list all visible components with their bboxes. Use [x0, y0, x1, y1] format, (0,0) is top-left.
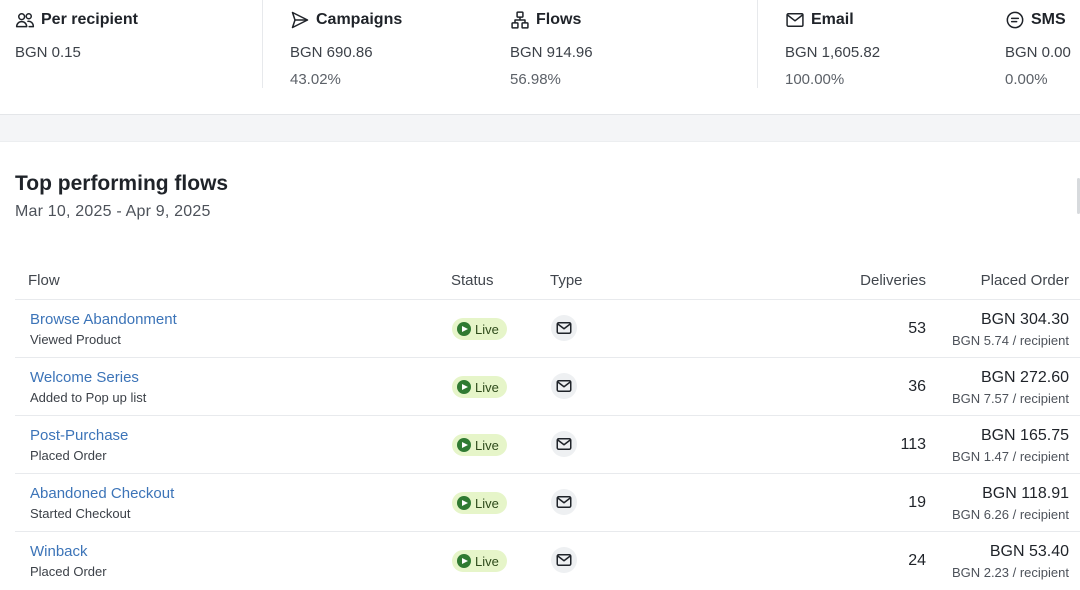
- table-row: Welcome Series Added to Pop up list Live…: [15, 358, 1080, 416]
- metric-value: BGN 1,605.82: [785, 44, 881, 61]
- table-header: Flow Status Type Deliveries Placed Order: [15, 262, 1080, 300]
- status-badge: Live: [452, 376, 507, 398]
- status-badge: Live: [452, 318, 507, 340]
- play-icon: [457, 438, 471, 452]
- metric-percent: 56.98%: [510, 71, 561, 88]
- flow-trigger: Added to Pop up list: [30, 390, 147, 405]
- envelope-icon: [556, 438, 572, 450]
- metric-label: Flows: [536, 11, 582, 28]
- metric-percent: 0.00%: [1005, 71, 1048, 88]
- card-title: Top performing flows: [15, 172, 229, 195]
- metric-percent: 100.00%: [785, 71, 845, 88]
- users-icon: [15, 13, 35, 28]
- metric-divider: [757, 0, 758, 88]
- play-icon: [457, 322, 471, 336]
- envelope-icon: [556, 322, 572, 334]
- play-icon: [457, 380, 471, 394]
- table-row: Abandoned Checkout Started Checkout Live…: [15, 474, 1080, 532]
- column-header-status[interactable]: Status: [451, 272, 494, 289]
- flow-trigger: Placed Order: [30, 564, 107, 579]
- revenue-summary: Per recipient BGN 0.15 Campaigns BGN 690…: [0, 0, 1080, 114]
- metric-percent: 43.02%: [290, 71, 341, 88]
- flows-table: Flow Status Type Deliveries Placed Order…: [15, 262, 1080, 590]
- metric-per-recipient: Per recipient BGN 0.15: [15, 0, 255, 64]
- status-label: Live: [475, 553, 499, 569]
- status-label: Live: [475, 437, 499, 453]
- status-badge: Live: [452, 492, 507, 514]
- deliveries-value: 19: [908, 494, 926, 511]
- section-separator: [0, 114, 1080, 142]
- play-icon: [457, 554, 471, 568]
- per-recipient-value: BGN 1.47 / recipient: [951, 449, 1069, 464]
- metric-label: SMS: [1031, 11, 1066, 28]
- placed-order-value: BGN 118.91: [982, 485, 1069, 502]
- column-header-flow[interactable]: Flow: [28, 272, 60, 289]
- metric-value: BGN 914.96: [510, 44, 593, 61]
- flow-name-link[interactable]: Winback: [30, 543, 88, 560]
- metric-divider: [262, 0, 263, 88]
- envelope-icon: [556, 554, 572, 566]
- deliveries-value: 24: [908, 552, 926, 569]
- date-range: Mar 10, 2025 - Apr 9, 2025: [15, 203, 211, 220]
- flow-hierarchy-icon: [511, 11, 529, 29]
- placed-order-value: BGN 165.75: [980, 427, 1069, 444]
- table-row: Winback Placed Order Live 24 BGN 53.40 B…: [15, 532, 1080, 590]
- metric-value: BGN 0.15: [15, 44, 81, 61]
- deliveries-value: 36: [908, 378, 926, 395]
- flow-name-link[interactable]: Post-Purchase: [30, 427, 128, 444]
- envelope-icon: [556, 496, 572, 508]
- envelope-icon: [556, 380, 572, 392]
- deliveries-value: 53: [908, 320, 926, 337]
- metric-label: Campaigns: [316, 11, 403, 28]
- placed-order-value: BGN 304.30: [980, 311, 1069, 328]
- deliveries-value: 113: [900, 436, 926, 453]
- placed-order-value: BGN 272.60: [980, 369, 1069, 386]
- metric-sms: SMS BGN 0.00 0.00%: [1005, 0, 1080, 91]
- table-row: Browse Abandonment Viewed Product Live 5…: [15, 300, 1080, 358]
- play-icon: [457, 496, 471, 510]
- per-recipient-value: BGN 2.23 / recipient: [951, 565, 1069, 580]
- column-header-type[interactable]: Type: [550, 272, 583, 289]
- status-label: Live: [475, 495, 499, 511]
- metric-campaigns: Campaigns BGN 690.86 43.02%: [290, 0, 490, 91]
- status-badge: Live: [452, 434, 507, 456]
- status-label: Live: [475, 379, 499, 395]
- metric-value: BGN 0.00: [1005, 44, 1071, 61]
- flow-name-link[interactable]: Welcome Series: [30, 369, 139, 386]
- per-recipient-value: BGN 6.26 / recipient: [951, 507, 1069, 522]
- metric-label: Email: [811, 11, 854, 28]
- per-recipient-value: BGN 5.74 / recipient: [951, 333, 1069, 348]
- metric-value: BGN 690.86: [290, 44, 373, 61]
- flow-name-link[interactable]: Browse Abandonment: [30, 311, 177, 328]
- metric-flows: Flows BGN 914.96 56.98%: [510, 0, 730, 91]
- flow-trigger: Viewed Product: [30, 332, 121, 347]
- send-icon: [291, 11, 309, 29]
- metric-email: Email BGN 1,605.82 100.00%: [785, 0, 985, 91]
- flow-name-link[interactable]: Abandoned Checkout: [30, 485, 174, 502]
- flow-trigger: Placed Order: [30, 448, 107, 463]
- envelope-icon: [786, 13, 804, 27]
- status-badge: Live: [452, 550, 507, 572]
- chat-bubble-icon: [1006, 11, 1024, 29]
- column-header-placed-order[interactable]: Placed Order: [981, 272, 1069, 289]
- column-header-deliveries[interactable]: Deliveries: [860, 272, 926, 289]
- status-label: Live: [475, 321, 499, 337]
- table-row: Post-Purchase Placed Order Live 113 BGN …: [15, 416, 1080, 474]
- metric-label: Per recipient: [41, 11, 138, 28]
- per-recipient-value: BGN 7.57 / recipient: [951, 391, 1069, 406]
- flow-trigger: Started Checkout: [30, 506, 131, 521]
- placed-order-value: BGN 53.40: [989, 543, 1069, 560]
